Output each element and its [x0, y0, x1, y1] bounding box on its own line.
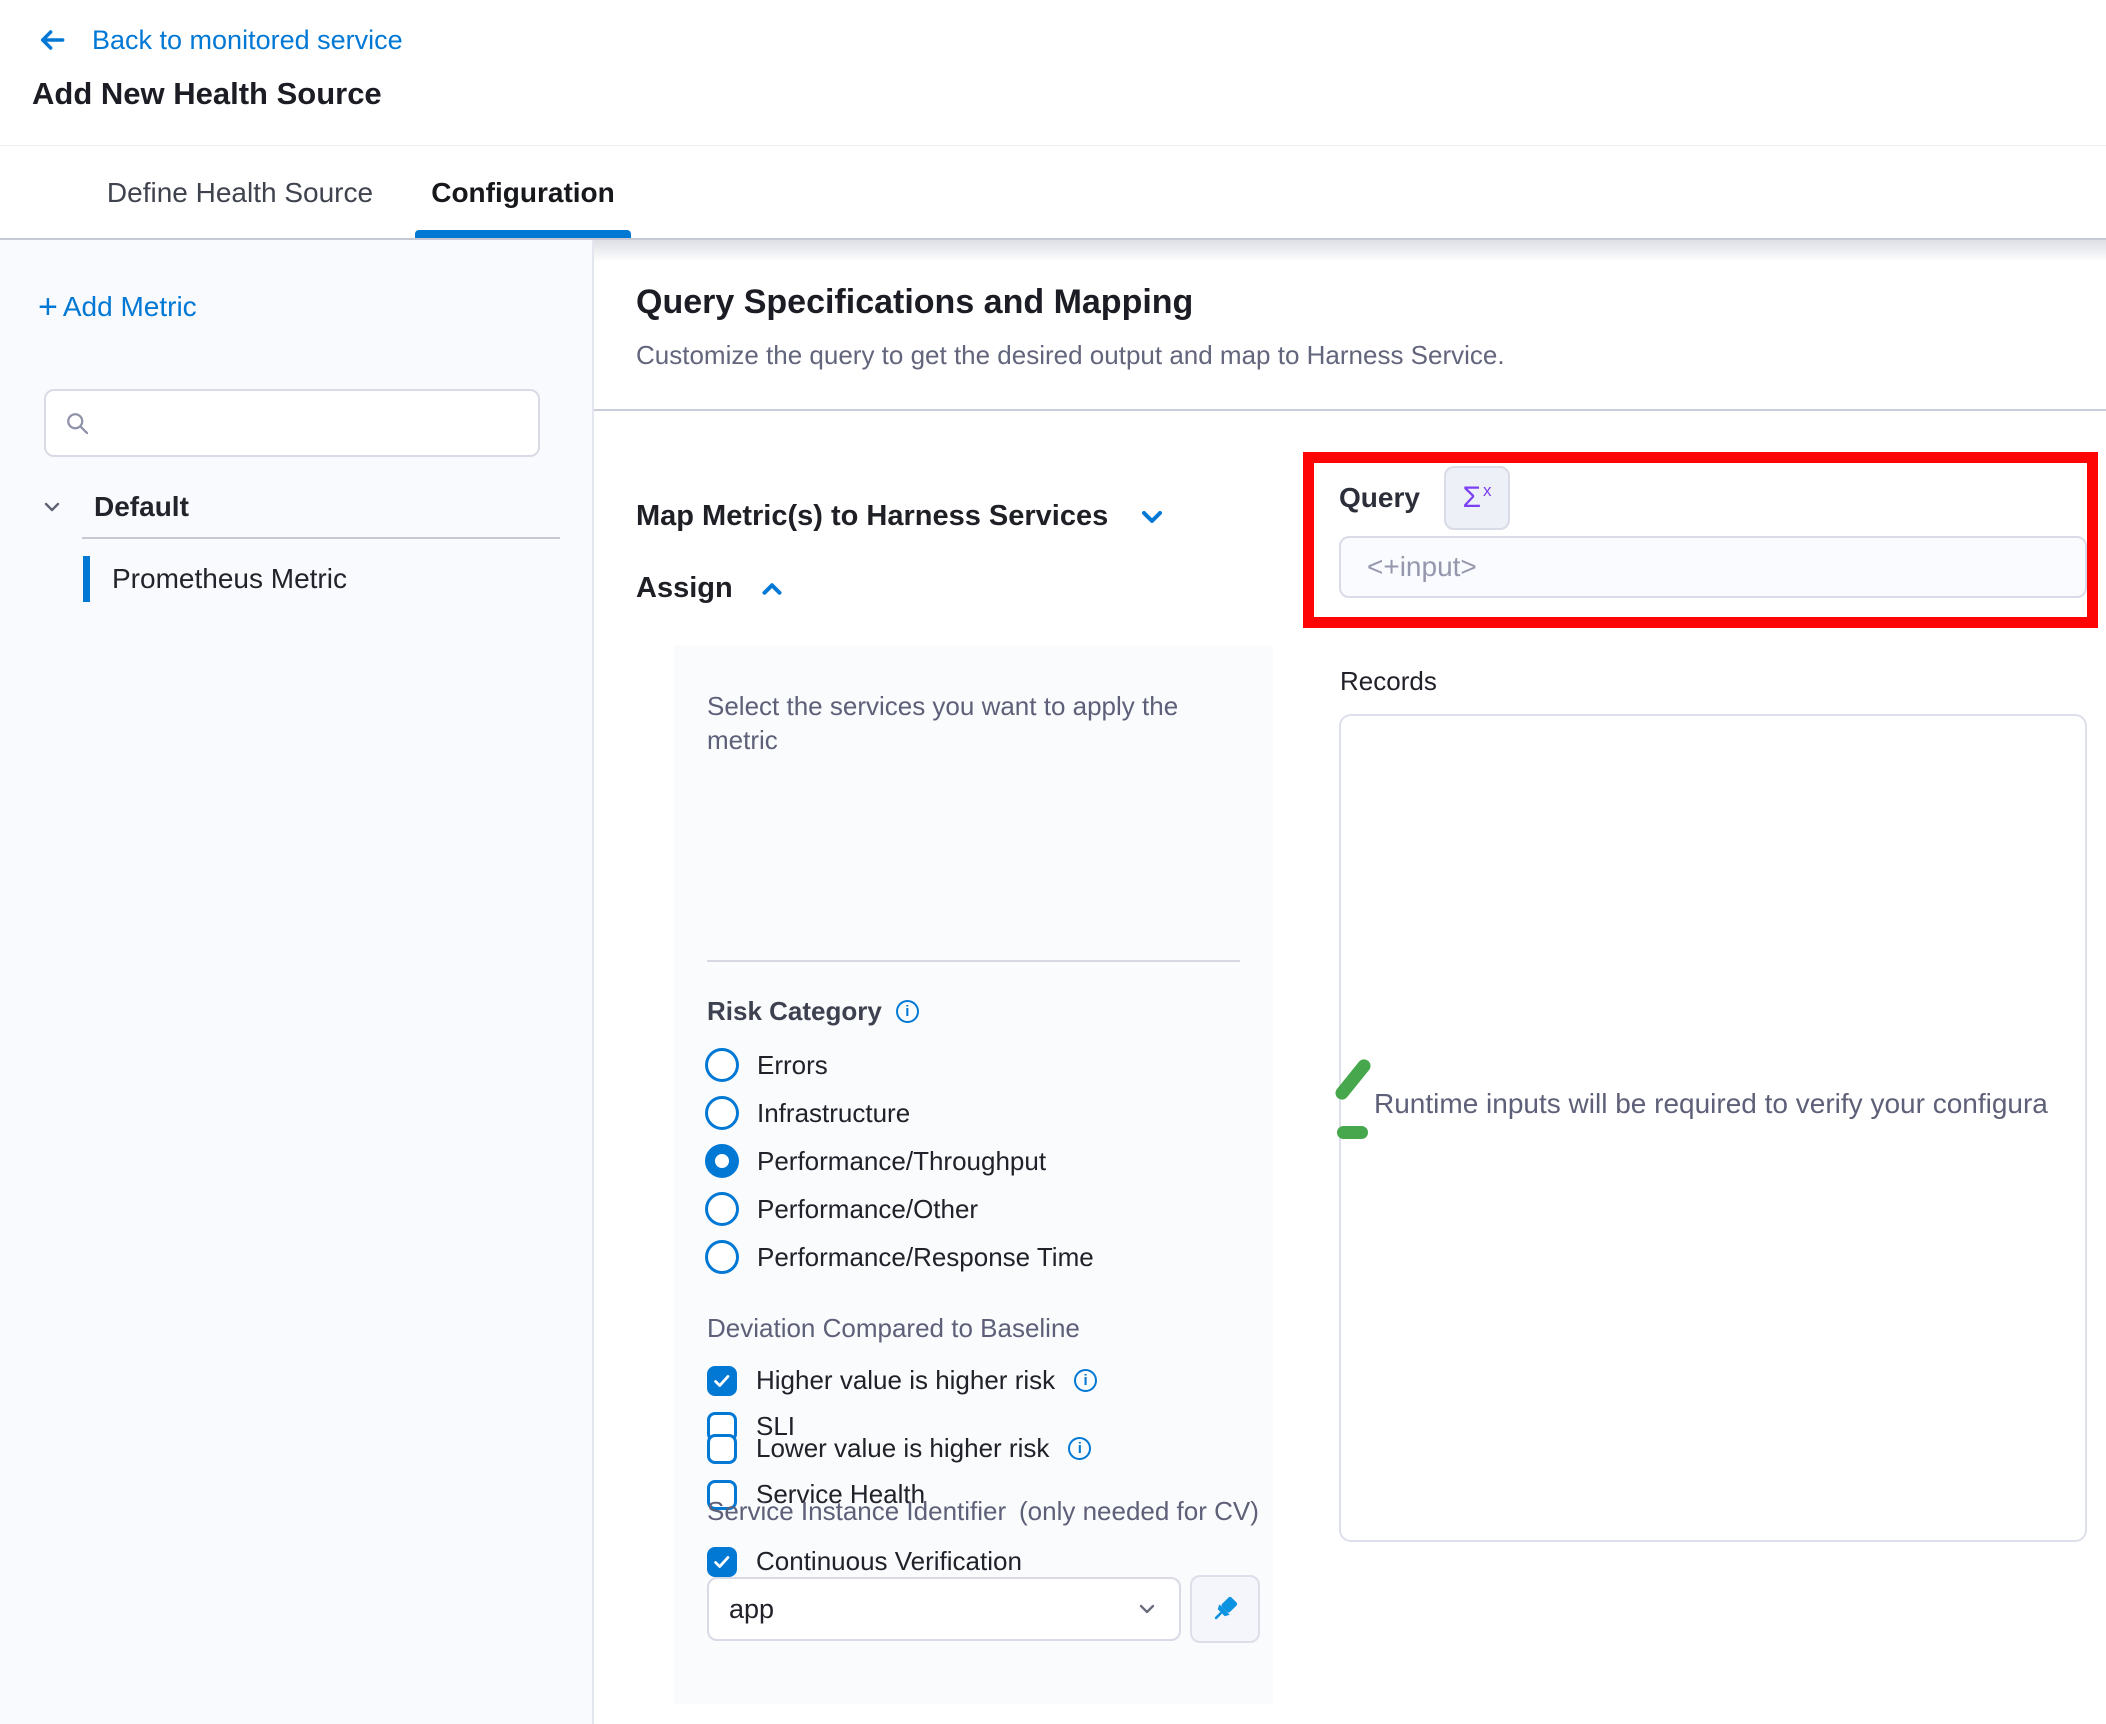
- add-metric-button[interactable]: + Add Metric: [38, 290, 197, 324]
- radio-row-errors[interactable]: Errors: [705, 1048, 828, 1082]
- active-tab-underline: [415, 230, 631, 238]
- query-label: Query: [1339, 482, 1420, 514]
- radio-label: Errors: [757, 1050, 828, 1081]
- deviation-label: Deviation Compared to Baseline: [707, 1313, 1080, 1344]
- info-icon[interactable]: i: [1068, 1437, 1091, 1460]
- radio-row-performance-response-time[interactable]: Performance/Response Time: [705, 1240, 1094, 1274]
- sigma-superscript: x: [1483, 481, 1492, 501]
- radio-row-infrastructure[interactable]: Infrastructure: [705, 1096, 910, 1130]
- info-icon[interactable]: i: [1074, 1369, 1097, 1392]
- heading-divider: [594, 409, 2106, 411]
- map-metrics-label: Map Metric(s) to Harness Services: [636, 500, 1108, 533]
- tab-define-health-source[interactable]: Define Health Source: [99, 146, 381, 239]
- assign-header[interactable]: Assign: [636, 572, 787, 605]
- expression-sigma-button[interactable]: Σ x: [1444, 466, 1510, 530]
- panel-divider: [707, 960, 1240, 962]
- section-heading: Query Specifications and Mapping: [636, 283, 1193, 322]
- group-divider: [82, 537, 560, 539]
- chevron-down-icon: [1136, 501, 1168, 533]
- radio-label: Performance/Throughput: [757, 1146, 1046, 1177]
- radio-label: Performance/Response Time: [757, 1242, 1094, 1273]
- radio-label: Performance/Other: [757, 1194, 978, 1225]
- service-instance-note: (only needed for CV): [1019, 1495, 1329, 1528]
- back-link[interactable]: Back to monitored service: [36, 24, 403, 56]
- checkbox-row-continuous-verification[interactable]: Continuous Verification: [707, 1546, 1022, 1577]
- search-icon: [64, 410, 91, 437]
- runtime-inputs-message: Runtime inputs will be required to verif…: [1374, 1088, 2048, 1120]
- checkbox-label: Higher value is higher risk: [756, 1365, 1055, 1396]
- radio-performance-throughput[interactable]: [705, 1144, 739, 1178]
- checkbox-row-higher-value[interactable]: Higher value is higher risk i: [707, 1365, 1097, 1396]
- radio-label: Infrastructure: [757, 1098, 910, 1129]
- risk-category-header: Risk Category i: [707, 996, 919, 1027]
- radio-performance-response-time[interactable]: [705, 1240, 739, 1274]
- checkbox-row-lower-value[interactable]: Lower value is higher risk i: [707, 1433, 1091, 1464]
- plus-icon: +: [38, 290, 58, 324]
- tab-configuration[interactable]: Configuration: [415, 146, 631, 239]
- search-input[interactable]: [105, 408, 520, 439]
- pin-icon: [1208, 1592, 1242, 1626]
- arrow-left-icon: [36, 24, 68, 56]
- metrics-sidebar: [0, 240, 594, 1724]
- chevron-down-icon: [40, 495, 64, 519]
- section-subheading: Customize the query to get the desired o…: [636, 340, 1505, 371]
- assign-panel: Select the services you want to apply th…: [674, 645, 1273, 1704]
- metric-search-box: [44, 389, 540, 457]
- dropdown-value: app: [729, 1594, 774, 1625]
- checkbox-label: Lower value is higher risk: [756, 1433, 1049, 1464]
- radio-row-performance-other[interactable]: Performance/Other: [705, 1192, 978, 1226]
- checkbox-higher-value[interactable]: [707, 1366, 737, 1396]
- chevron-up-icon: [757, 574, 787, 604]
- checkbox-label: Continuous Verification: [756, 1546, 1022, 1577]
- assign-label: Assign: [636, 572, 733, 605]
- metric-group-default[interactable]: Default: [40, 486, 189, 528]
- sigma-icon: Σ: [1462, 481, 1481, 515]
- records-box: [1339, 714, 2087, 1542]
- back-link-label: Back to monitored service: [92, 25, 403, 56]
- map-metrics-header[interactable]: Map Metric(s) to Harness Services: [636, 500, 1168, 533]
- info-icon[interactable]: i: [896, 1000, 919, 1023]
- radio-row-performance-throughput[interactable]: Performance/Throughput: [705, 1144, 1046, 1178]
- add-metric-label: Add Metric: [63, 291, 197, 323]
- group-label: Default: [94, 491, 189, 523]
- radio-infrastructure[interactable]: [705, 1096, 739, 1130]
- checkbox-lower-value[interactable]: [707, 1434, 737, 1464]
- radio-performance-other[interactable]: [705, 1192, 739, 1226]
- query-input[interactable]: [1367, 551, 2059, 583]
- sidebar-item-prometheus-metric[interactable]: Prometheus Metric: [83, 556, 347, 602]
- runtime-input-pin-button[interactable]: [1190, 1575, 1260, 1643]
- records-label: Records: [1340, 666, 1437, 697]
- metric-item-label: Prometheus Metric: [112, 563, 347, 595]
- service-instance-dropdown[interactable]: app: [707, 1577, 1181, 1641]
- service-instance-label: Service Instance Identifier: [707, 1495, 1027, 1528]
- radio-errors[interactable]: [705, 1048, 739, 1082]
- selected-indicator-bar: [83, 556, 90, 602]
- risk-category-label: Risk Category: [707, 996, 882, 1027]
- checkbox-continuous-verification[interactable]: [707, 1547, 737, 1577]
- chevron-down-icon: [1135, 1597, 1159, 1621]
- tab-bar: Define Health Source Configuration: [0, 145, 2106, 240]
- select-services-label: Select the services you want to apply th…: [707, 689, 1232, 757]
- success-check-icon: [1337, 1126, 1368, 1139]
- query-input-wrapper: [1339, 536, 2087, 598]
- page-title: Add New Health Source: [32, 76, 382, 112]
